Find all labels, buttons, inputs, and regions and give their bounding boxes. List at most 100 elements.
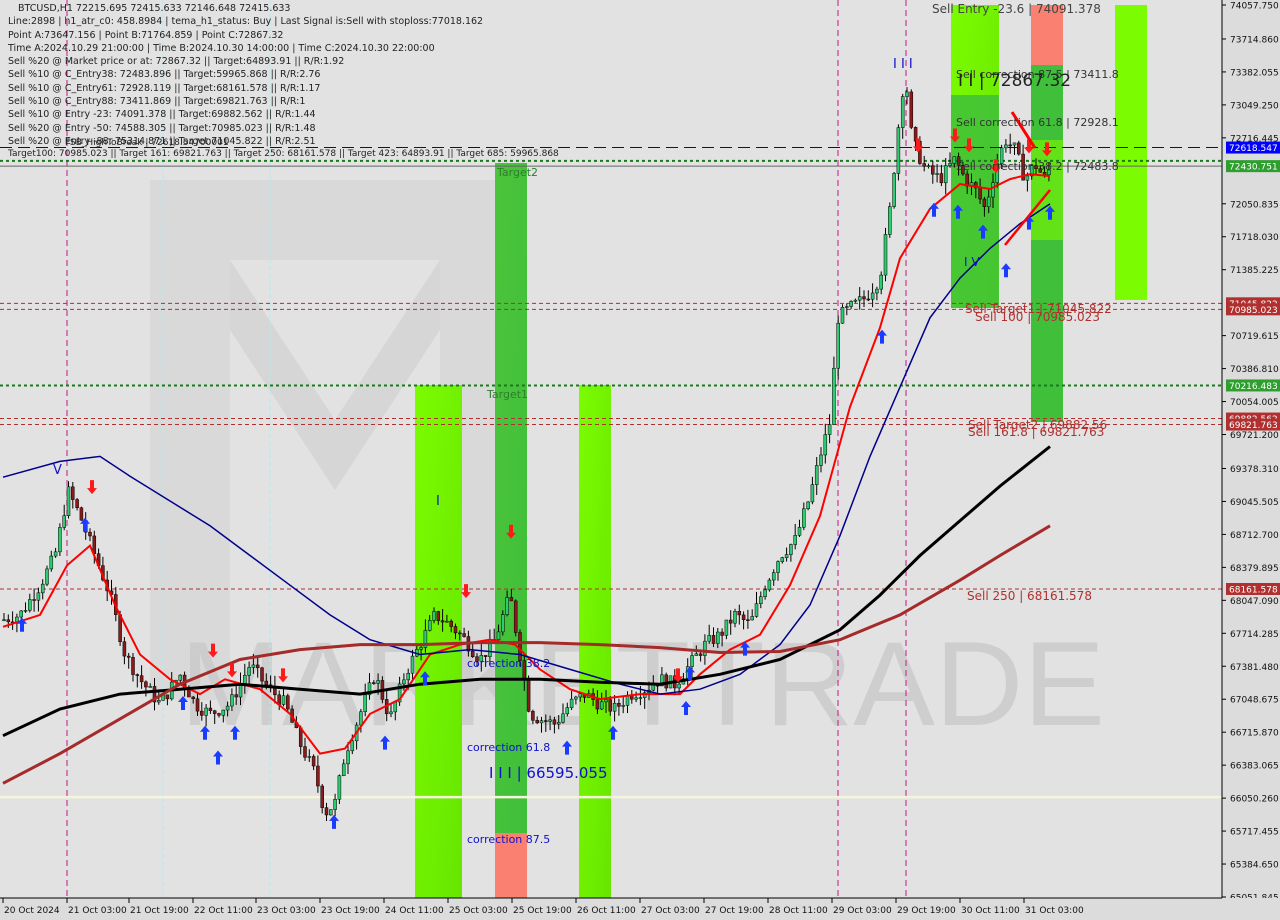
x-tick-label: 21 Oct 19:00: [130, 906, 189, 916]
candle-body: [402, 679, 406, 685]
candle-body: [845, 306, 849, 308]
candle-body: [724, 619, 729, 636]
candle-body: [604, 699, 608, 703]
candle-body: [759, 596, 763, 604]
signal-zone: [1115, 5, 1147, 300]
candle-body: [926, 165, 931, 167]
candle-body: [251, 664, 256, 668]
candle-body: [281, 695, 286, 705]
candle-body: [943, 165, 948, 184]
x-tick-label: 31 Oct 03:00: [1025, 906, 1084, 916]
candle-body: [178, 674, 183, 681]
candle-body: [458, 632, 462, 635]
x-tick-label: 20 Oct 2024: [4, 906, 60, 916]
price-label: 70985.023: [1229, 306, 1278, 316]
candle-body: [625, 695, 630, 706]
candle-body: [1012, 142, 1017, 146]
candle-body: [453, 626, 458, 634]
candle-body: [595, 699, 600, 710]
x-tick-label: 25 Oct 19:00: [513, 906, 572, 916]
candle-body: [1017, 142, 1021, 155]
candle-body: [737, 611, 742, 616]
candle-body: [286, 695, 290, 710]
candle-body: [978, 187, 982, 200]
candle-body: [36, 592, 41, 601]
candle-body: [716, 631, 720, 644]
candle-body: [939, 173, 944, 184]
candle-body: [526, 679, 531, 712]
candle-body: [126, 655, 131, 658]
y-tick-label: 66383.065: [1230, 762, 1279, 772]
candle-body: [741, 614, 746, 620]
candle-body: [574, 696, 578, 700]
x-tick-label: 26 Oct 11:00: [577, 906, 636, 916]
candle-body: [638, 697, 643, 699]
y-tick-label: 73382.055: [1230, 68, 1279, 78]
candle-body: [66, 486, 71, 516]
y-tick-label: 65717.455: [1230, 828, 1279, 838]
candle-body: [612, 702, 617, 712]
chart-annotation: V: [53, 463, 62, 478]
candle-body: [900, 96, 905, 128]
price-label: 72618.547: [1229, 144, 1278, 154]
candle-body: [316, 765, 320, 787]
candle-body: [71, 486, 75, 500]
candle-body: [677, 683, 681, 689]
candle-body: [561, 713, 565, 723]
candle-body: [243, 675, 247, 684]
x-tick-label: 21 Oct 03:00: [68, 906, 127, 916]
candle-body: [935, 173, 939, 175]
candle-body: [535, 720, 539, 724]
candle-body: [406, 672, 410, 681]
candle-body: [991, 182, 995, 198]
candle-body: [806, 501, 810, 510]
candle-body: [49, 555, 54, 570]
candle-body: [62, 515, 66, 528]
candle-body: [303, 746, 307, 758]
candle-body: [986, 196, 991, 207]
candle-body: [157, 700, 161, 703]
candle-body: [703, 640, 707, 656]
candle-body: [857, 296, 862, 301]
y-tick-label: 67714.285: [1230, 630, 1279, 640]
candle-body: [694, 653, 699, 656]
candle-body: [548, 719, 552, 722]
candle-body: [255, 664, 260, 669]
y-tick-label: 66715.870: [1230, 729, 1279, 739]
candle-body: [784, 554, 789, 558]
candle-body: [1025, 175, 1030, 181]
candle-body: [569, 698, 574, 708]
candle-body: [599, 701, 604, 710]
chart-annotation: Sell 100 | 70985.023: [975, 310, 1100, 324]
candle-body: [892, 173, 896, 207]
candle-body: [75, 499, 79, 509]
candle-body: [827, 424, 832, 435]
y-tick-label: 67048.675: [1230, 696, 1279, 706]
candle-body: [836, 322, 840, 369]
candle-body: [320, 785, 324, 808]
candle-body: [879, 274, 883, 290]
candle-body: [436, 611, 441, 621]
candle-body: [445, 620, 449, 623]
candle-body: [393, 701, 398, 713]
candle-body: [509, 597, 514, 602]
candle-body: [565, 707, 570, 715]
y-tick-label: 72050.835: [1230, 200, 1279, 210]
candle-body: [922, 163, 926, 167]
x-axis: 20 Oct 2024 21 Oct 03:00 21 Oct 19:00 22 Oc…: [0, 897, 1280, 920]
price-chart[interactable]: MARKETTRADE Sell Entry -23.6 | 74091.378…: [0, 0, 1280, 920]
candle-body: [144, 681, 148, 688]
candle-body: [346, 750, 350, 765]
candle-body: [341, 763, 346, 776]
chart-annotation: correction 61.8: [467, 741, 550, 754]
candle-body: [552, 719, 557, 725]
candle-body: [501, 614, 505, 633]
candle-body: [23, 610, 28, 612]
candle-body: [982, 198, 987, 207]
chart-annotation: I: [436, 494, 440, 509]
candle-body: [810, 484, 815, 503]
candle-body: [165, 694, 170, 700]
candle-body: [363, 694, 367, 712]
candle-body: [664, 674, 668, 689]
candle-body: [711, 635, 716, 644]
